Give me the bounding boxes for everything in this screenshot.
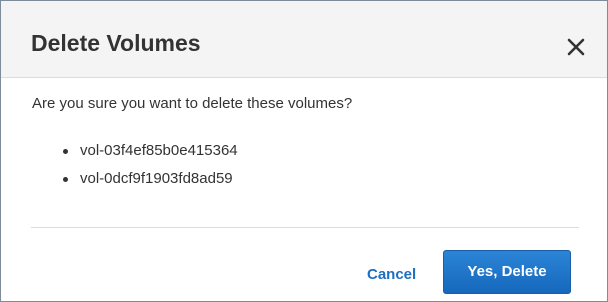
volume-id: vol-03f4ef85b0e415364 <box>80 142 238 159</box>
dialog-header: Delete Volumes <box>1 1 607 78</box>
footer-divider <box>31 227 579 228</box>
bullet-icon <box>63 177 68 182</box>
close-button[interactable] <box>559 26 593 60</box>
dialog-title: Delete Volumes <box>31 30 201 56</box>
volume-id: vol-0dcf9f1903fd8ad59 <box>80 170 233 187</box>
volume-list: vol-03f4ef85b0e415364 vol-0dcf9f1903fd8a… <box>63 141 238 197</box>
delete-volumes-dialog: Delete Volumes Are you sure you want to … <box>0 0 608 302</box>
list-item: vol-0dcf9f1903fd8ad59 <box>63 169 238 197</box>
cancel-button[interactable]: Cancel <box>367 265 416 285</box>
list-item: vol-03f4ef85b0e415364 <box>63 141 238 169</box>
close-icon <box>567 38 585 55</box>
confirm-delete-button[interactable]: Yes, Delete <box>443 250 571 294</box>
bullet-icon <box>63 149 68 154</box>
confirmation-question: Are you sure you want to delete these vo… <box>32 95 353 112</box>
